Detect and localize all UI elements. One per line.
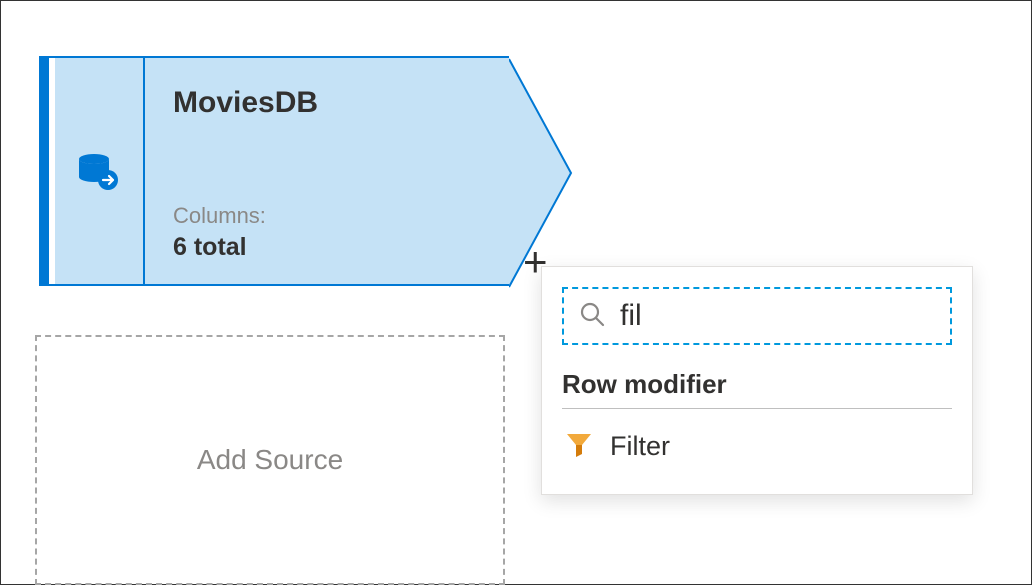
- source-node-moviesdb[interactable]: MoviesDB Columns: 6 total: [39, 56, 509, 286]
- menu-item-filter-label: Filter: [610, 431, 670, 462]
- add-source-placeholder[interactable]: Add Source: [35, 335, 505, 585]
- section-header-row-modifier: Row modifier: [562, 369, 952, 409]
- node-columns-value: 6 total: [173, 233, 481, 262]
- node-selection-stripe: [39, 56, 49, 286]
- node-columns-block: Columns: 6 total: [173, 203, 481, 262]
- node-title: MoviesDB: [173, 86, 481, 120]
- menu-item-filter[interactable]: Filter: [562, 423, 952, 470]
- transformation-search-box[interactable]: [562, 287, 952, 345]
- filter-icon: [564, 429, 594, 464]
- search-icon: [578, 300, 606, 333]
- node-columns-label: Columns:: [173, 203, 481, 229]
- node-body: MoviesDB Columns: 6 total: [145, 56, 509, 286]
- node-icon-column: [55, 56, 145, 286]
- transformation-search-input[interactable]: [620, 299, 936, 333]
- transformation-dropdown: Row modifier Filter: [541, 266, 973, 495]
- add-source-label: Add Source: [197, 444, 343, 476]
- datasource-icon: [76, 148, 122, 194]
- dataflow-canvas: MoviesDB Columns: 6 total + Add Source: [1, 1, 1031, 584]
